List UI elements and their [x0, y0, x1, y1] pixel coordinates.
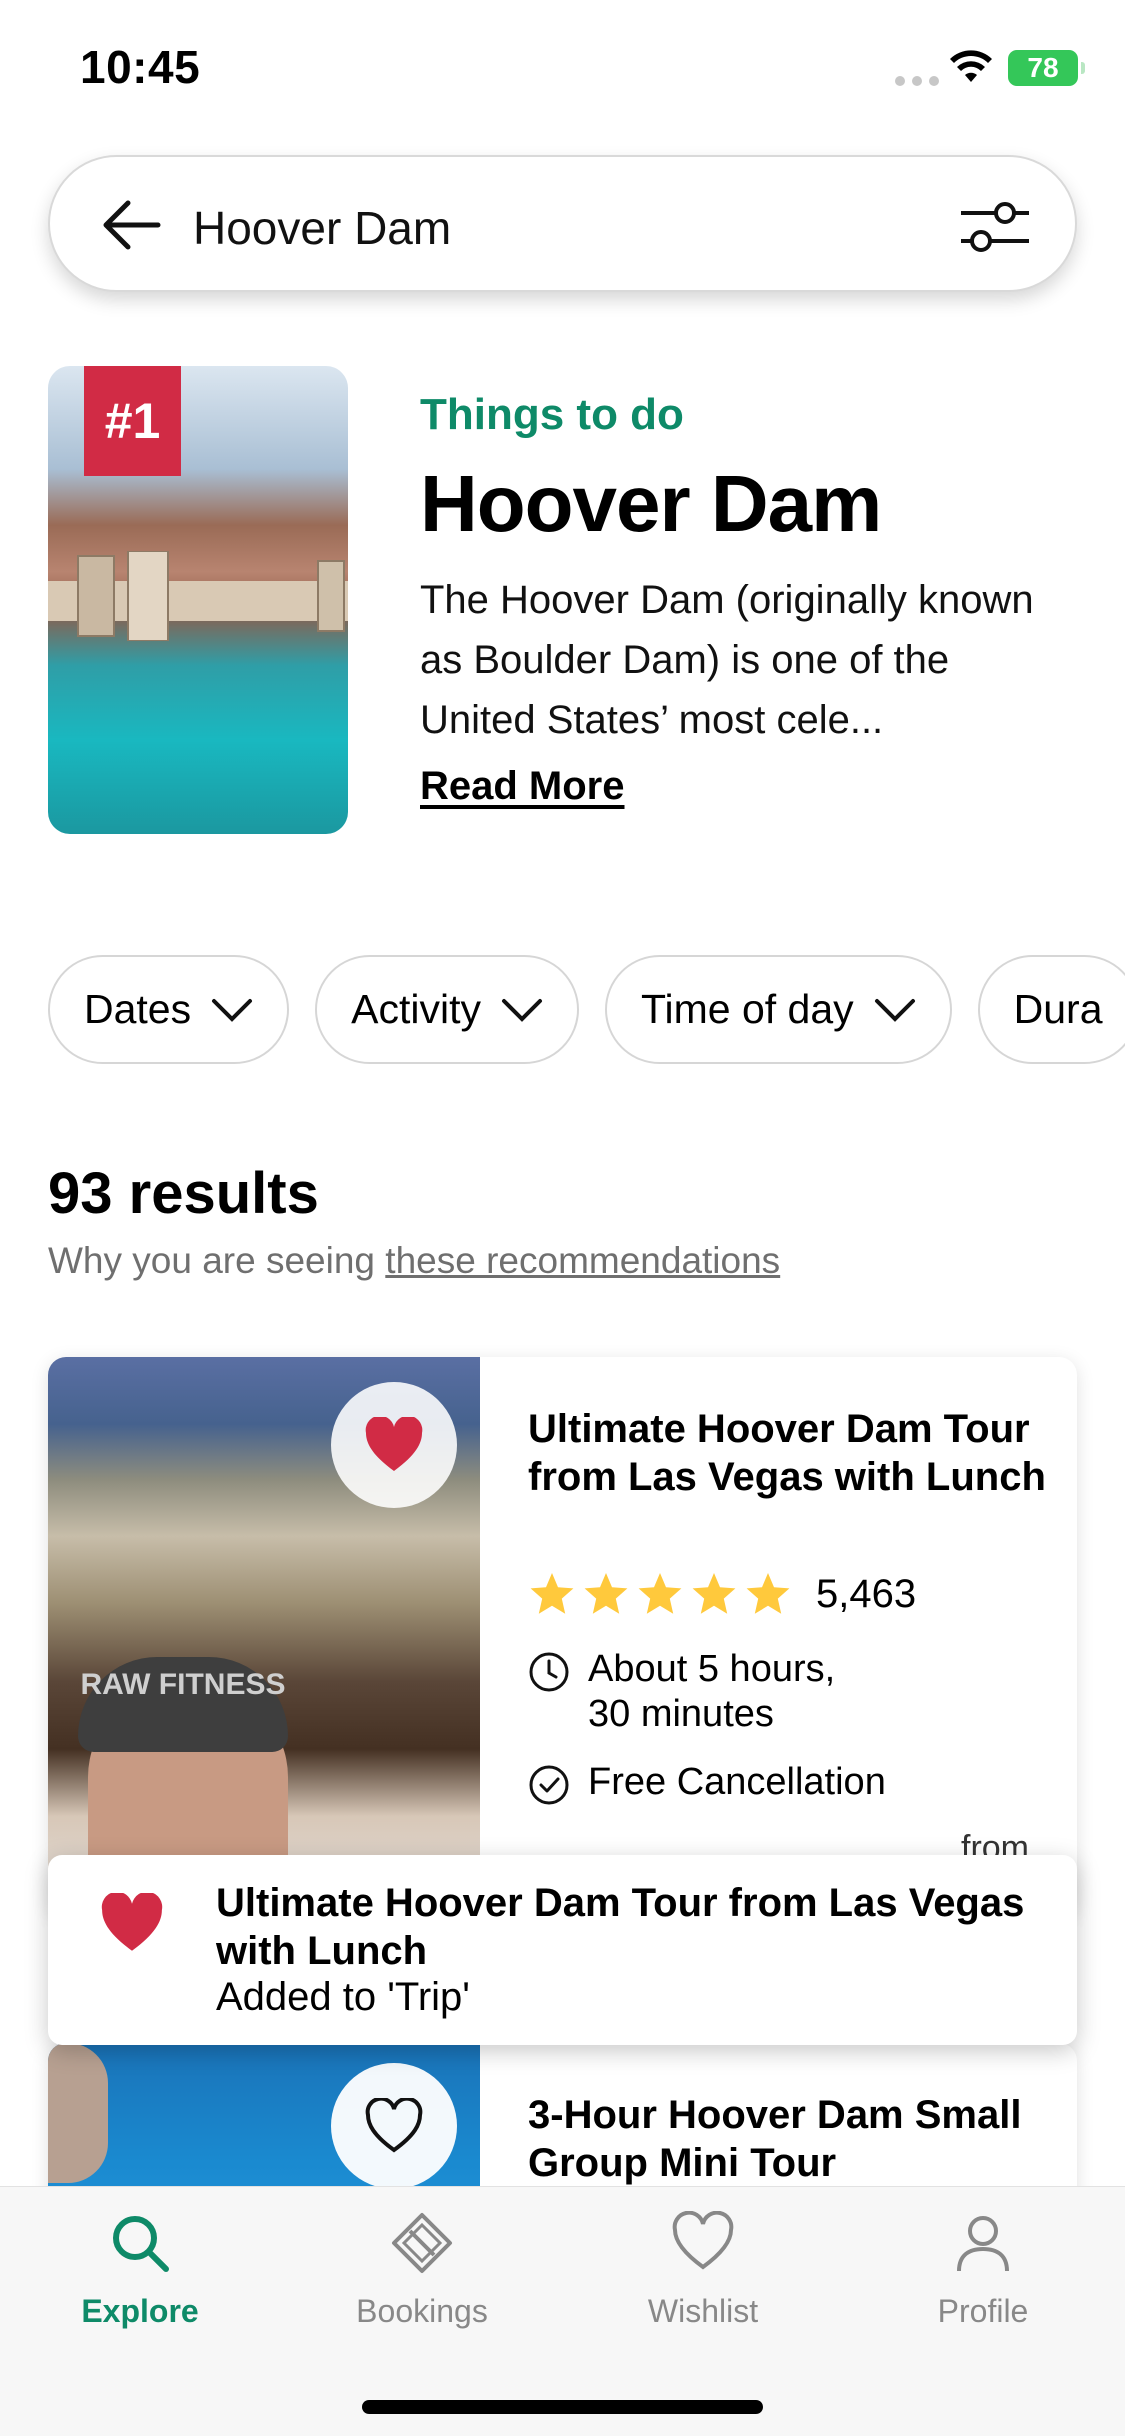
person-icon [957, 2216, 1009, 2272]
cap-text: RAW FITNESS [78, 1657, 288, 1752]
results-explanation: Why you are seeing these recommendations [48, 1240, 780, 1282]
filter-chip-dates[interactable]: Dates [48, 955, 290, 1064]
cancellation-row: Free Cancellation [528, 1760, 886, 1806]
added-to-trip-toast[interactable]: Ultimate Hoover Dam Tour from Las Vegas … [48, 1855, 1077, 2045]
filter-chip-time-of-day[interactable]: Time of day [604, 955, 952, 1064]
tour-image: RAW FITNESS [48, 1357, 480, 1917]
rating-row: 5,463 [528, 1570, 916, 1618]
status-time: 10:45 [80, 41, 201, 93]
tab-label: Bookings [356, 2293, 488, 2329]
tab-label: Explore [81, 2293, 199, 2329]
chip-label: Dura [1013, 986, 1103, 1032]
tab-explore[interactable]: Explore [40, 2211, 240, 2330]
tour-title[interactable]: Ultimate Hoover Dam Tour from Las Vegas … [528, 1405, 1048, 1501]
read-more-link[interactable]: Read More [420, 764, 625, 809]
tab-profile[interactable]: Profile [883, 2211, 1083, 2330]
tour-title[interactable]: 3-Hour Hoover Dam Small Group Mini Tour [528, 2091, 1048, 2187]
wishlist-button[interactable] [331, 2063, 457, 2189]
review-count: 5,463 [816, 1571, 917, 1616]
dam-illustration [48, 551, 348, 641]
duration-text: About 5 hours, 30 minutes [588, 1648, 836, 1735]
chip-label: Activity [351, 986, 481, 1032]
cancellation-text: Free Cancellation [588, 1761, 886, 1803]
tab-bar: Explore Bookings Wishlist Profile [0, 2186, 1125, 2436]
hero-category: Things to do [420, 390, 684, 439]
toast-title: Ultimate Hoover Dam Tour from Las Vegas … [216, 1881, 1025, 1973]
clock-icon [529, 1652, 569, 1692]
results-count: 93 results [48, 1161, 319, 1226]
heart-icon [672, 2211, 734, 2270]
heart-filled-icon [365, 1417, 423, 1471]
hero-description: The Hoover Dam (originally known as Boul… [420, 578, 1034, 742]
tour-card[interactable]: RAW FITNESS Ultimate Hoover Dam Tour fro… [48, 1357, 1077, 1917]
tab-label: Profile [937, 2293, 1029, 2329]
tab-bookings[interactable]: Bookings [322, 2211, 522, 2330]
recommendations-link[interactable]: these recommendations [385, 1240, 780, 1281]
filter-chips: Dates Activity Time of day Dura [48, 955, 1125, 1064]
wishlist-button[interactable] [331, 1382, 457, 1508]
star-icon [692, 1573, 736, 1614]
status-bar: 10:45 78 [0, 0, 1125, 140]
filter-sliders-icon[interactable] [957, 197, 1029, 257]
tab-label: Wishlist [647, 2293, 759, 2329]
star-icon [638, 1573, 682, 1614]
heart-outline-icon [365, 2098, 423, 2153]
search-icon [113, 2216, 169, 2272]
chevron-down-icon [874, 998, 915, 1022]
heart-filled-icon [101, 1893, 163, 1951]
filter-chip-activity[interactable]: Activity [315, 955, 579, 1064]
back-arrow-icon[interactable] [102, 199, 162, 251]
home-indicator[interactable] [362, 2400, 763, 2414]
rock-shape [48, 2043, 108, 2183]
tab-wishlist[interactable]: Wishlist [603, 2211, 803, 2330]
search-input[interactable]: Hoover Dam [193, 201, 451, 255]
star-icon [530, 1573, 574, 1614]
chevron-down-icon [212, 998, 253, 1022]
page-title: Hoover Dam [420, 459, 882, 548]
results-why-text: Why you are seeing [48, 1240, 386, 1281]
chevron-down-icon [501, 998, 542, 1022]
ticket-icon [392, 2213, 452, 2273]
rank-badge: #1 [84, 366, 181, 476]
duration-row: About 5 hours, 30 minutes [528, 1647, 868, 1737]
filter-chip-duration[interactable]: Dura [977, 955, 1125, 1064]
signal-icon [895, 76, 939, 86]
battery-indicator: 78 [1008, 50, 1085, 86]
check-circle-icon [529, 1765, 569, 1805]
hero-image: #1 [48, 366, 348, 834]
chip-label: Time of day [640, 986, 854, 1032]
star-icon [584, 1573, 628, 1614]
wifi-icon [950, 50, 992, 82]
search-bar[interactable]: Hoover Dam [48, 155, 1077, 292]
toast-subtitle: Added to 'Trip' [216, 1975, 470, 2019]
chip-label: Dates [84, 986, 192, 1032]
star-icon [746, 1573, 790, 1614]
